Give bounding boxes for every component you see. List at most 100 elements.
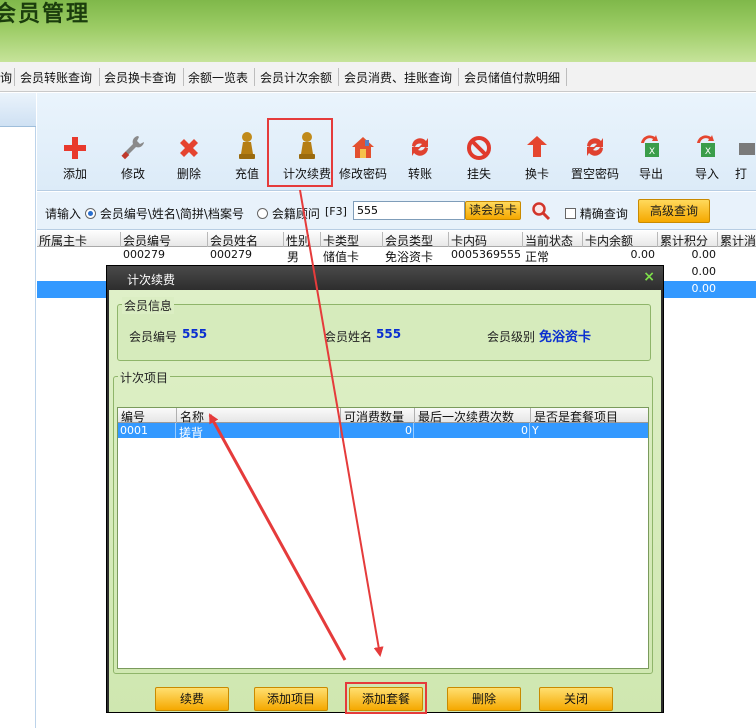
export-icon: X <box>641 135 659 157</box>
radio-member[interactable]: 会员编号\姓名\简拼\档案号 <box>85 205 244 222</box>
menu-item-stored-value-detail[interactable]: 会员储值付款明细 <box>464 69 560 86</box>
item-code: 0001 <box>120 424 148 437</box>
col-member-type[interactable]: 会员类型 <box>382 232 433 248</box>
dialog-title: 计次续费 <box>127 273 176 287</box>
import-icon: X <box>697 135 715 157</box>
radio-advisor-label: 会籍顾问 <box>271 207 320 221</box>
col-gender[interactable]: 性别 <box>283 232 310 248</box>
delete-label: 删除 <box>176 167 201 181</box>
radio-advisor[interactable]: 会籍顾问 <box>257 205 320 222</box>
export-button[interactable]: X 导出 <box>623 129 679 182</box>
import-button[interactable]: X 导入 <box>679 129 735 182</box>
cell-balance: 0.00 <box>630 248 656 261</box>
menu-item-count-balance[interactable]: 会员计次余额 <box>260 69 332 86</box>
menu-divider <box>458 68 459 86</box>
menu-item-consume-query[interactable]: 会员消费、挂账查询 <box>344 69 452 86</box>
col-points[interactable]: 累计积分 <box>657 232 708 248</box>
delete-x-icon <box>180 139 198 157</box>
radio-member-label: 会员编号\姓名\简拼\档案号 <box>99 207 244 221</box>
col-item-last-count[interactable]: 最后一次续费次数 <box>414 408 514 424</box>
dialog-body: 会员信息 会员编号 555 会员姓名 555 会员级别 免浴资卡 计次项目 编号… <box>109 290 661 714</box>
search-input[interactable] <box>353 201 465 220</box>
cell-member-type: 免浴资卡 <box>385 250 434 264</box>
cell-points: 0.00 <box>691 248 717 261</box>
edit-label: 修改 <box>120 167 145 181</box>
cell-divider <box>529 423 530 438</box>
col-item-qty[interactable]: 可消费数量 <box>340 408 404 424</box>
count-renew-dialog: 计次续费 × 会员信息 会员编号 555 会员姓名 555 会员级别 免浴资卡 … <box>106 265 664 714</box>
delete-button[interactable]: 删除 <box>161 129 217 182</box>
menu-item-query[interactable]: 询 <box>0 69 12 86</box>
member-no-label: 会员编号 <box>129 330 178 344</box>
more-button[interactable]: 打 <box>735 129 756 182</box>
add-item-button[interactable]: 添加项目 <box>254 687 328 711</box>
menu-item-balance-list[interactable]: 余额一览表 <box>188 69 248 86</box>
read-card-button[interactable]: 读会员卡 <box>465 201 521 220</box>
menu-item-card-change-query[interactable]: 会员换卡查询 <box>104 69 176 86</box>
change-card-button[interactable]: 换卡 <box>509 129 565 182</box>
transfer-button[interactable]: 转账 <box>392 129 448 182</box>
left-panel <box>0 93 36 728</box>
cell-points: 0.00 <box>691 282 717 295</box>
clear-password-label: 置空密码 <box>570 167 619 181</box>
member-no-value: 555 <box>182 327 208 341</box>
clear-password-button[interactable]: 置空密码 <box>567 129 623 182</box>
print-icon <box>739 143 755 155</box>
menu-item-transfer-query[interactable]: 会员转账查询 <box>20 69 92 86</box>
col-card-type[interactable]: 卡类型 <box>320 232 359 248</box>
close-icon[interactable]: × <box>643 269 655 285</box>
item-is-package: Y <box>532 424 539 437</box>
exact-checkbox[interactable]: 精确查询 <box>565 205 628 222</box>
col-member-no[interactable]: 会员编号 <box>120 232 171 248</box>
advanced-query-button[interactable]: 高级查询 <box>638 199 710 223</box>
delete-item-button[interactable]: 删除 <box>447 687 521 711</box>
more-label: 打 <box>735 167 748 181</box>
items-grid-header: 编号 名称 可消费数量 最后一次续费次数 是否是套餐项目 <box>118 408 648 424</box>
radio-unselected-icon <box>257 208 268 219</box>
grid-header: 所属主卡 会员编号 会员姓名 性别 卡类型 会员类型 卡内码 当前状态 卡内余额… <box>37 231 756 248</box>
exact-label: 精确查询 <box>579 207 628 221</box>
col-main-card[interactable]: 所属主卡 <box>37 232 87 248</box>
svg-text:X: X <box>705 147 711 157</box>
hotkey-hint: [F3] <box>325 205 347 218</box>
add-button[interactable]: 添加 <box>47 129 103 182</box>
magnifier-icon[interactable] <box>531 201 551 221</box>
menu-bar: 询 会员转账查询 会员换卡查询 余额一览表 会员计次余额 会员消费、挂账查询 会… <box>0 62 756 92</box>
house-icon <box>352 137 374 158</box>
dialog-titlebar[interactable]: 计次续费 × <box>107 266 663 290</box>
cell-status: 正常 <box>525 250 550 264</box>
wrench-icon <box>121 136 144 160</box>
change-password-button[interactable]: 修改密码 <box>335 129 391 182</box>
item-row-selected[interactable]: 0001 搓背 0 0 Y <box>118 423 648 440</box>
col-card-code[interactable]: 卡内码 <box>448 232 487 248</box>
cell-points: 0.00 <box>691 265 717 278</box>
col-item-is-package[interactable]: 是否是套餐项目 <box>530 408 618 424</box>
col-item-name[interactable]: 名称 <box>176 408 204 424</box>
menu-divider <box>566 68 567 86</box>
cell-divider <box>175 423 176 438</box>
col-item-code[interactable]: 编号 <box>118 408 145 424</box>
table-row[interactable]: 000279 000279 男 储值卡 免浴资卡 0005369555 正常 0… <box>37 247 756 264</box>
renew-button[interactable]: 续费 <box>155 687 229 711</box>
member-name-value: 555 <box>376 327 402 341</box>
count-items-caption: 计次项目 <box>118 369 171 386</box>
menu-divider <box>183 68 184 86</box>
report-loss-button[interactable]: 挂失 <box>451 129 507 182</box>
cell-member-no: 000279 <box>123 248 165 261</box>
col-status[interactable]: 当前状态 <box>522 232 573 248</box>
col-balance[interactable]: 卡内余额 <box>582 232 633 248</box>
refresh-icon <box>412 138 428 156</box>
menu-divider <box>338 68 339 86</box>
report-loss-label: 挂失 <box>466 167 491 181</box>
add-label: 添加 <box>62 167 87 181</box>
edit-button[interactable]: 修改 <box>105 129 161 182</box>
close-dialog-button[interactable]: 关闭 <box>539 687 613 711</box>
checkbox-icon <box>565 208 576 219</box>
col-total-consume[interactable]: 累计消 <box>717 232 756 248</box>
change-password-label: 修改密码 <box>338 167 387 181</box>
highlight-count-renew <box>267 118 333 187</box>
change-card-label: 换卡 <box>524 167 549 181</box>
col-member-name[interactable]: 会员姓名 <box>207 232 258 248</box>
cell-card-code: 0005369555 <box>451 248 521 261</box>
menu-divider <box>254 68 255 86</box>
